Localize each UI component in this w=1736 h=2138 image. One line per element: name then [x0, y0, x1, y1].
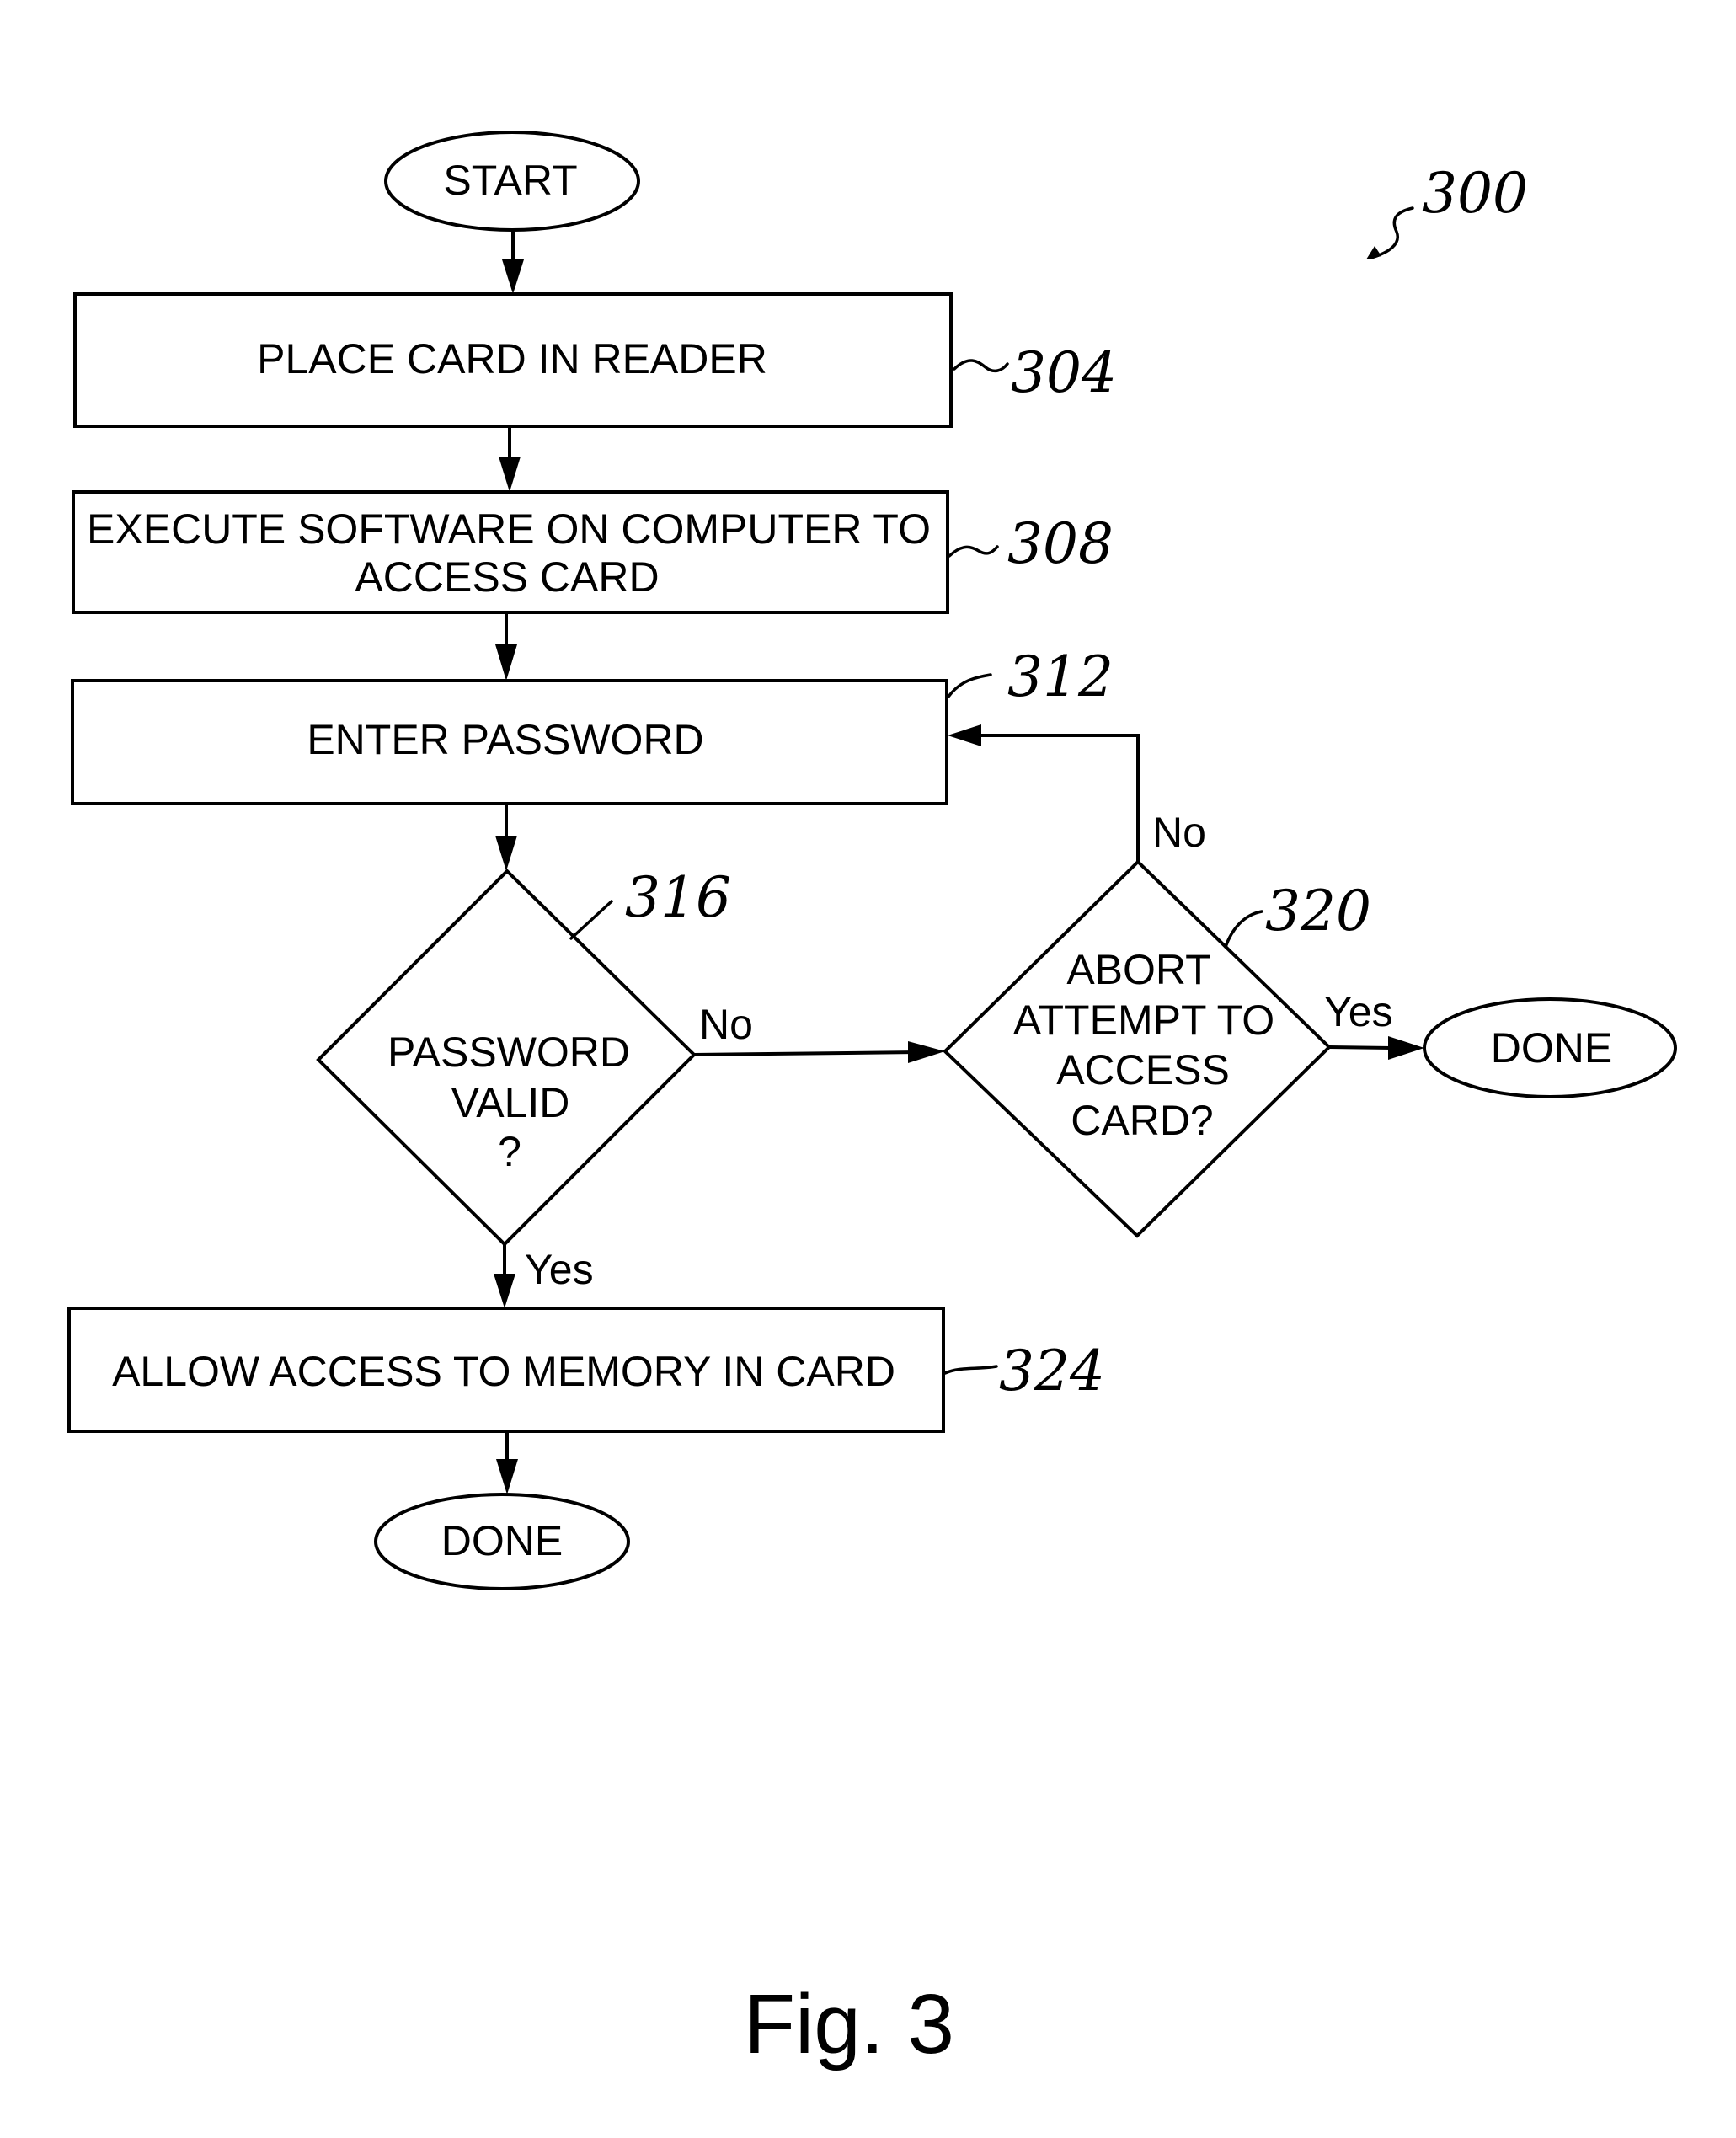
done-abort-label: DONE [1491, 1024, 1612, 1072]
decision-316-leader [569, 900, 613, 940]
decision-320-ref: 320 [1265, 879, 1371, 943]
decision-316-ref: 316 [625, 865, 731, 930]
arrowhead-320-no-to-312 [948, 724, 981, 746]
arrow-320-no-to-312 [975, 734, 1140, 862]
step-308-text-line-2: ACCESS CARD [355, 553, 659, 601]
decision-316-password-valid: PASSWORD VALID ? 316 [316, 865, 731, 1247]
edge-320-no-label: No [1152, 809, 1206, 856]
arrowhead-start-to-304 [502, 259, 524, 294]
arrowhead-316-yes-to-324 [494, 1274, 515, 1308]
step-324-leader [943, 1365, 998, 1375]
step-308-ref: 308 [1007, 511, 1114, 576]
step-312-text: ENTER PASSWORD [307, 716, 703, 763]
done-terminal-access: DONE [374, 1493, 630, 1590]
flowchart-canvas: 300 START PLACE CARD IN READER 304 EXECU… [67, 131, 1677, 2071]
decision-316-text-line-2: VALID [451, 1079, 570, 1126]
arrow-316-no-to-320 [693, 1050, 919, 1056]
decision-320-abort-attempt: ABORT ATTEMPT TO ACCESS CARD? 320 [943, 859, 1371, 1238]
step-308-execute-software: EXECUTE SOFTWARE ON COMPUTER TO ACCESS C… [72, 490, 1114, 614]
step-308-text-line-1: EXECUTE SOFTWARE ON COMPUTER TO [87, 505, 931, 553]
edge-316-no-label: No [699, 1001, 753, 1048]
decision-320-text-line-1: ABORT [1066, 946, 1210, 993]
step-304-text: PLACE CARD IN READER [257, 335, 767, 382]
edge-320-yes-label: Yes [1324, 988, 1393, 1035]
start-label: START [443, 157, 577, 204]
step-324-text: ALLOW ACCESS TO MEMORY IN CARD [112, 1348, 895, 1395]
decision-320-leader [1224, 910, 1263, 949]
step-304-ref: 304 [1011, 340, 1117, 405]
figure-reference-number: 300 [1422, 161, 1528, 226]
edge-316-yes-label: Yes [525, 1246, 594, 1293]
arrowhead-304-to-308 [499, 457, 521, 492]
step-308-leader [948, 545, 999, 558]
arrowhead-320-yes-to-done [1388, 1036, 1424, 1060]
done-terminal-abort: DONE [1423, 997, 1677, 1098]
step-324-allow-access: ALLOW ACCESS TO MEMORY IN CARD 324 [67, 1307, 1105, 1433]
step-324-ref: 324 [999, 1339, 1105, 1403]
decision-320-text-line-4: CARD? [1071, 1097, 1213, 1144]
start-terminal: START [384, 131, 640, 232]
arrowhead-324-to-done [496, 1459, 518, 1494]
decision-316-text-line-1: PASSWORD [387, 1029, 630, 1076]
decision-316-text-line-3: ? [498, 1128, 521, 1175]
arrow-320-yes-to-done [1328, 1045, 1395, 1050]
step-312-ref: 312 [1007, 644, 1114, 709]
step-304-place-card: PLACE CARD IN READER 304 [73, 292, 1117, 428]
arrowhead-312-to-316 [495, 836, 517, 871]
decision-320-text-line-3: ACCESS [1056, 1046, 1230, 1093]
step-312-leader [947, 673, 992, 698]
arrowhead-316-no-to-320 [908, 1041, 945, 1063]
figure-caption: Fig. 3 [744, 1977, 954, 2071]
figure-reference-arrowhead [1366, 246, 1381, 259]
step-304-leader [953, 359, 1009, 373]
step-312-enter-password: ENTER PASSWORD 312 [71, 644, 1114, 805]
done-access-label: DONE [441, 1517, 563, 1564]
decision-320-text-line-2: ATTEMPT TO [1013, 997, 1274, 1044]
arrowhead-308-to-312 [495, 644, 517, 681]
